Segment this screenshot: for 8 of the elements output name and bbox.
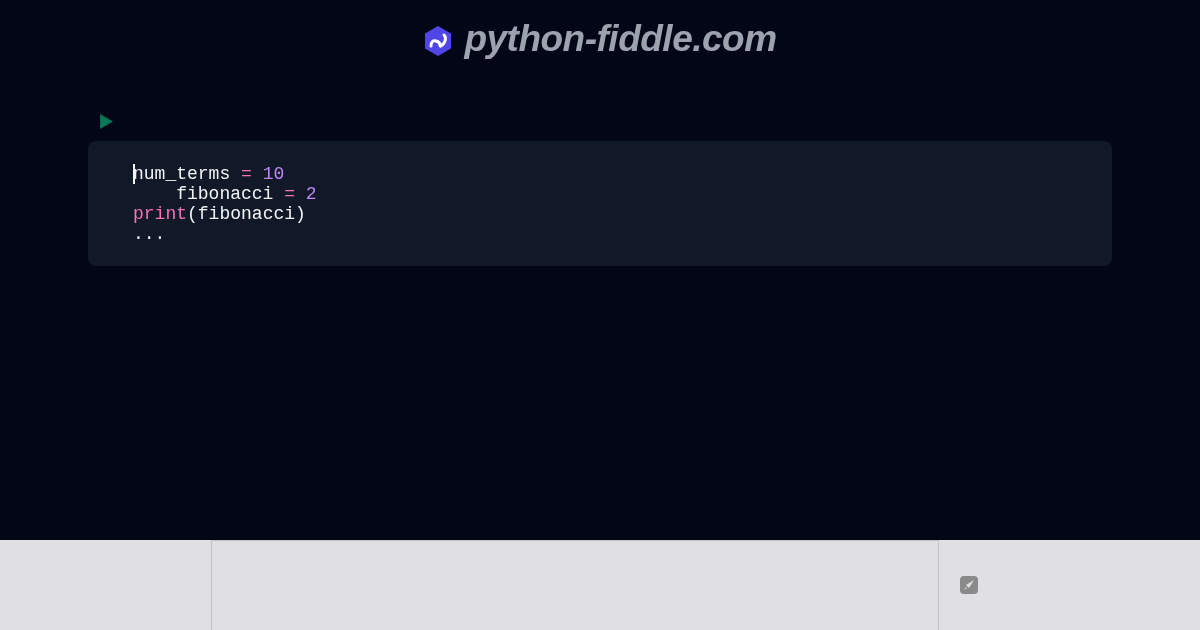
code-line: ...: [133, 224, 167, 244]
code-line: fibonacci = 2: [175, 184, 318, 204]
code-line: print(fibonacci): [133, 204, 307, 224]
site-name[interactable]: python-fiddle.com: [464, 18, 777, 60]
code-editor[interactable]: num_terms = 10 fibonacci = 2 print(fibonacci) ...: [88, 141, 1112, 266]
rocket-icon[interactable]: [960, 576, 978, 594]
run-button[interactable]: [100, 114, 113, 132]
code-line: num_terms = 10: [133, 164, 286, 184]
